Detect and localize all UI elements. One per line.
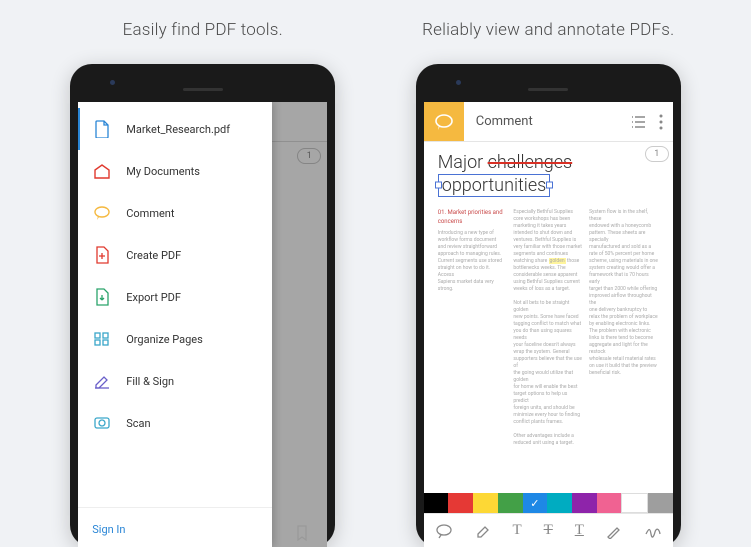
more-menu-icon[interactable] [659,114,663,130]
phone-camera [456,80,461,85]
color-swatch-pink[interactable] [597,493,622,513]
fill-sign-icon [92,371,112,391]
draw-tool-icon[interactable] [606,523,622,539]
organize-pages-icon [92,329,112,349]
phone-screen-right: Comment 1 Major challenges oppor [424,102,673,547]
color-swatch-gray[interactable] [648,493,673,513]
heading-text: Major [438,152,488,173]
underline-tool-icon[interactable]: T [575,522,584,539]
doc-column-2: Especially Bethful Suppliescore workshop… [513,209,583,447]
sign-in-link[interactable]: Sign In [92,523,125,536]
signature-tool-icon[interactable] [644,524,662,538]
drawer-item-label: Scan [126,417,150,430]
document-viewport[interactable]: 1 Major challenges opportunities 01. Mar… [424,142,673,493]
checkmark-icon: ✓ [530,497,539,510]
doc-column-1: 01. Market priorities and concerns Intro… [438,209,508,447]
comment-icon [92,203,112,223]
left-column: Easily find PDF tools. 1 Market_Research… [37,20,369,547]
right-caption: Reliably view and annotate PDFs. [422,20,674,40]
comment-mode-button[interactable] [424,102,464,141]
drawer-item-create-pdf[interactable]: Create PDF [78,234,272,276]
drawer-item-fill-sign[interactable]: Fill & Sign [78,360,272,402]
drawer-item-export-pdf[interactable]: Export PDF [78,276,272,318]
phone-speaker [183,88,223,91]
home-icon [92,161,112,181]
color-swatch-green[interactable] [498,493,523,513]
doc-column-3: System flow is in the shelf, theseendowe… [589,209,659,447]
drawer-item-comment[interactable]: Comment [78,192,272,234]
right-column: Reliably view and annotate PDFs. Comment [382,20,714,547]
color-swatch-yellow[interactable] [473,493,498,513]
page-badge: 1 [645,146,669,162]
file-icon [92,119,112,139]
drawer-item-scan[interactable]: Scan [78,402,272,444]
drawer-list: Market_Research.pdf My Documents [78,102,272,507]
export-pdf-icon [92,287,112,307]
drawer-item-label: Fill & Sign [126,375,174,388]
drawer-item-organize-pages[interactable]: Organize Pages [78,318,272,360]
body-text: System flow is in the shelf, theseendowe… [589,209,659,377]
color-swatch-blue[interactable]: ✓ [523,493,548,513]
drawer-item-label: Export PDF [126,291,181,304]
document-heading: Major challenges opportunities [430,148,667,203]
comment-toolbar: Comment [424,102,673,142]
color-swatch-purple[interactable] [572,493,597,513]
phone-speaker [528,88,568,91]
scan-icon [92,413,112,433]
drawer-item-label: Market_Research.pdf [126,123,230,136]
color-swatch-cyan[interactable] [547,493,572,513]
navigation-drawer: Market_Research.pdf My Documents [78,102,272,547]
phone-frame-right: Comment 1 Major challenges oppor [416,64,681,547]
body-text: Introducing a new type ofworkflow forms … [438,230,508,293]
bookmark-icon[interactable] [295,525,309,541]
drawer-item-current-file[interactable]: Market_Research.pdf [78,108,272,150]
create-pdf-icon [92,245,112,265]
drawer-footer: Sign In [78,507,272,547]
drawer-item-my-documents[interactable]: My Documents [78,150,272,192]
text-box-annotation[interactable]: opportunities [438,174,551,198]
highlight-tool-icon[interactable] [475,523,491,539]
strikethrough-annotation[interactable]: challenges [488,152,573,173]
drawer-item-label: Create PDF [126,249,181,262]
strikethrough-tool-icon[interactable]: T [544,522,553,539]
toolbar-title: Comment [464,114,631,129]
color-swatch-black[interactable] [424,493,449,513]
text-tool-icon[interactable]: T [513,522,522,539]
drawer-item-label: Organize Pages [126,333,203,346]
color-swatch-white[interactable] [621,493,648,513]
body-text: Especially Bethful Suppliescore workshop… [513,209,583,447]
note-tool-icon[interactable] [435,523,453,539]
annotation-toolbar: T T T [424,513,673,547]
color-picker: ✓ [424,493,673,513]
phone-screen-left: 1 Market_Research.pdf [78,102,327,547]
highlight-annotation[interactable]: golden [549,258,566,264]
drawer-item-label: My Documents [126,165,200,178]
phone-camera [110,80,115,85]
color-swatch-red[interactable] [448,493,473,513]
drawer-item-label: Comment [126,207,174,220]
app-showcase: Easily find PDF tools. 1 Market_Research… [0,0,751,547]
left-caption: Easily find PDF tools. [123,20,283,40]
phone-frame-left: 1 Market_Research.pdf [70,64,335,547]
document-body: 01. Market priorities and concerns Intro… [430,203,667,453]
list-view-icon[interactable] [631,115,647,129]
section-heading: 01. Market priorities and concerns [438,209,508,226]
